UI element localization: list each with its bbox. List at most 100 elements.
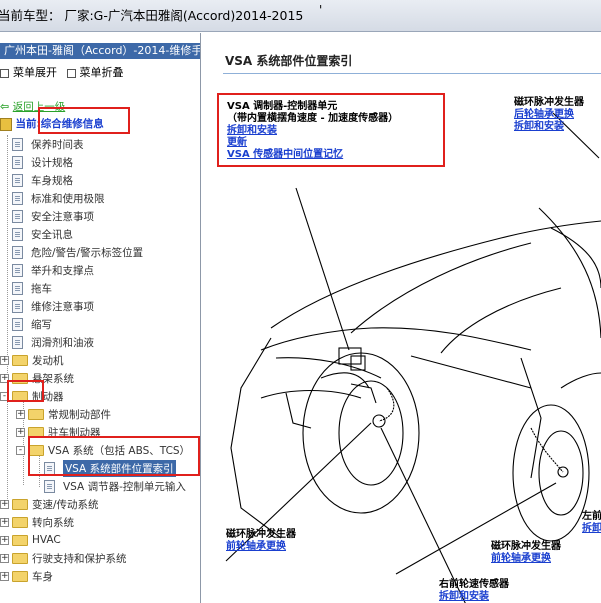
expand-toggle-icon[interactable]: + (0, 553, 9, 563)
tree-item-label: 车身 (32, 570, 53, 583)
expand-toggle-icon[interactable]: + (16, 409, 25, 419)
tree-item-label: 行驶支持和保护系统 (32, 552, 127, 565)
content-pane: VSA 系统部件位置索引 VSA 调制器-控制器单元 （带内置横摆角速度 - 加… (201, 33, 601, 603)
tree-item[interactable]: + 车身 (0, 567, 53, 585)
link-front-bearing[interactable]: 前轮轴承更换 (226, 541, 296, 553)
back-arrow-icon: ⇦ (0, 100, 10, 113)
collapse-icon (66, 68, 76, 78)
tree-item-label: 设计规格 (31, 156, 73, 169)
menu-expand-button[interactable]: 菜单展开 (0, 66, 57, 79)
tree-item-label: 危险/警告/警示标签位置 (31, 246, 144, 259)
document-icon (12, 155, 23, 169)
navigation-pane: 广州本田-雅阁（Accord）-2014-维修手 菜单展开 菜单折叠 ⇦ 返回上… (0, 33, 201, 603)
tree-item[interactable]: + 发动机 (0, 351, 64, 369)
highlight-box (217, 93, 445, 167)
tree-item-label: 车身规格 (31, 174, 73, 187)
folder-icon (12, 516, 28, 528)
tree-item[interactable]: + 行驶支持和保护系统 (0, 549, 127, 567)
tree-item[interactable]: 缩写 (12, 315, 52, 333)
document-icon (12, 281, 23, 295)
title-mark: ' (319, 3, 323, 17)
link-left-front[interactable]: 拆卸 (582, 523, 601, 535)
tree-item[interactable]: 拖车 (12, 279, 52, 297)
tree-item-label: HVAC (32, 534, 61, 546)
tree-item-label: 转向系统 (32, 516, 74, 529)
tree-item-label: 拖车 (31, 282, 52, 295)
callout-front-pulser-left: 磁环脉冲发生器 前轮轴承更换 (226, 529, 296, 553)
document-icon (12, 299, 23, 313)
tree-item[interactable]: + 常规制动部件 (16, 405, 111, 423)
highlight-box (28, 436, 200, 476)
highlight-box (7, 380, 44, 402)
tree-item[interactable]: 标准和使用极限 (12, 189, 105, 207)
link-sensor-remove[interactable]: 拆卸和安装 (439, 591, 509, 603)
document-icon (12, 209, 23, 223)
callout-front-pulser-right: 磁环脉冲发生器 前轮轴承更换 (491, 541, 561, 565)
expand-toggle-icon[interactable]: + (0, 355, 9, 365)
document-icon (12, 191, 23, 205)
tree-item-label: 润滑剂和油液 (31, 336, 94, 349)
book-icon (0, 117, 12, 131)
tree-item[interactable]: 安全讯息 (12, 225, 73, 243)
document-icon (12, 317, 23, 331)
document-icon (12, 263, 23, 277)
tree-guide (7, 135, 8, 505)
expand-toggle-icon[interactable]: + (0, 517, 9, 527)
document-icon (12, 245, 23, 259)
folder-icon (12, 552, 28, 564)
expand-toggle-icon[interactable]: + (0, 499, 9, 509)
tree-item[interactable]: 车身规格 (12, 171, 73, 189)
tree-item[interactable]: 维修注意事项 (12, 297, 94, 315)
tree-item-label: 缩写 (31, 318, 52, 331)
page-title: VSA 系统部件位置索引 (225, 54, 353, 68)
tree-item-label: 标准和使用极限 (31, 192, 105, 205)
window-title: 当前车型： 厂家:G-广汽本田雅阁(Accord)2014-2015 (0, 8, 304, 23)
document-icon (12, 335, 23, 349)
tree-item[interactable]: 润滑剂和油液 (12, 333, 94, 351)
tree-item[interactable]: + 转向系统 (0, 513, 74, 531)
callout-left-front: 左前 拆卸 (582, 511, 601, 535)
tree-item[interactable]: + 变速/传动系统 (0, 495, 99, 513)
link-rear-bearing[interactable]: 后轮轴承更换 (514, 109, 584, 121)
document-icon (12, 173, 23, 187)
document-icon (12, 137, 23, 151)
tree-item-label: 举升和支撑点 (31, 264, 94, 277)
folder-icon (12, 570, 28, 582)
tree-item-label: 发动机 (32, 354, 64, 367)
tree-item[interactable]: VSA 调节器-控制单元输入 (44, 477, 186, 495)
tree-item-label: 安全注意事项 (31, 210, 94, 223)
title-divider (223, 73, 601, 74)
tree-item-label: 常规制动部件 (48, 408, 111, 421)
highlight-box (38, 107, 130, 134)
callout-right-front-sensor: 右前轮速传感器 拆卸和安装 (439, 579, 509, 603)
tree-item-label: VSA 调节器-控制单元输入 (63, 480, 186, 493)
tree-item-label: 维修注意事项 (31, 300, 94, 313)
tree-item[interactable]: 安全注意事项 (12, 207, 94, 225)
tree-item-label: 变速/传动系统 (32, 498, 99, 511)
collapse-toggle-icon[interactable]: - (16, 445, 25, 455)
manual-header: 广州本田-雅阁（Accord）-2014-维修手 (0, 43, 200, 59)
folder-icon (12, 534, 28, 546)
tree-item[interactable]: 保养时间表 (12, 135, 84, 153)
link-front-bearing-2[interactable]: 前轮轴承更换 (491, 553, 561, 565)
folder-icon (28, 408, 44, 420)
link-rear-remove[interactable]: 拆卸和安装 (514, 121, 584, 133)
document-icon (12, 227, 23, 241)
tree-item-label: 保养时间表 (31, 138, 84, 151)
tree-item[interactable]: + HVAC (0, 531, 61, 549)
window-title-bar: 当前车型： 厂家:G-广汽本田雅阁(Accord)2014-2015 ' (0, 0, 601, 32)
tree-item-label: 安全讯息 (31, 228, 73, 241)
expand-toggle-icon[interactable]: + (0, 535, 9, 545)
tree-item[interactable]: 危险/警告/警示标签位置 (12, 243, 143, 261)
tree-item[interactable]: 设计规格 (12, 153, 73, 171)
menu-row: 菜单展开 菜单折叠 (0, 64, 130, 80)
document-icon (44, 479, 55, 493)
expand-toggle-icon[interactable]: + (16, 427, 25, 437)
expand-toggle-icon[interactable]: + (0, 571, 9, 581)
menu-collapse-button[interactable]: 菜单折叠 (66, 66, 124, 79)
callout-rear-pulser: 磁环脉冲发生器 后轮轴承更换 拆卸和安装 (514, 97, 584, 133)
tree-item[interactable]: 举升和支撑点 (12, 261, 94, 279)
folder-icon (12, 354, 28, 366)
folder-icon (12, 498, 28, 510)
expand-icon (0, 68, 9, 78)
